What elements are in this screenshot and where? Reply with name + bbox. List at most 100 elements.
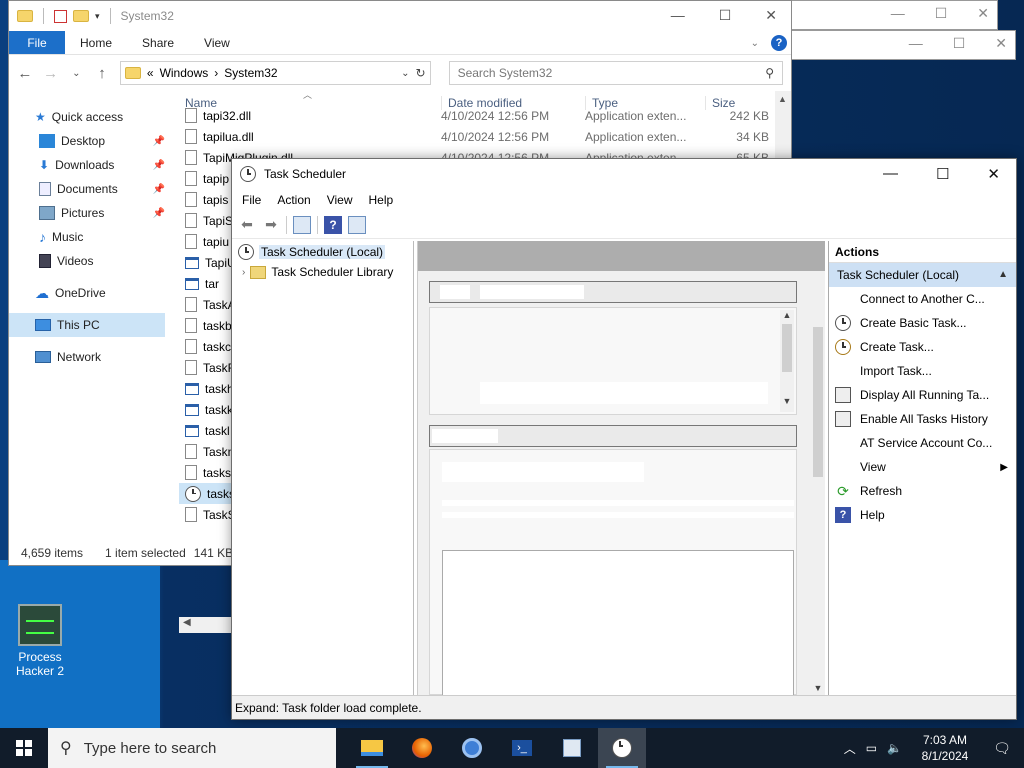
clock-time: 7:03 AM xyxy=(922,733,968,747)
notifications-icon[interactable]: 🗨 xyxy=(988,740,1016,757)
action-help[interactable]: ? Help xyxy=(829,503,1016,527)
maximize-icon[interactable]: ☐ xyxy=(936,165,949,183)
taskbar-chromium[interactable] xyxy=(448,728,496,768)
nav-documents[interactable]: Documents 📌 xyxy=(9,177,169,201)
taskbar-powershell[interactable]: ›_ xyxy=(498,728,546,768)
minimize-icon[interactable]: — xyxy=(671,7,685,24)
taskbar-file-explorer[interactable] xyxy=(348,728,396,768)
column-name[interactable]: Name ︿ xyxy=(179,91,441,110)
action-at-service-account[interactable]: AT Service Account Co... xyxy=(829,431,1016,455)
panel-scrollbar[interactable]: ▲ ▼ xyxy=(780,310,794,412)
column-size[interactable]: Size xyxy=(705,96,769,110)
address-bar[interactable]: « Windows › System32 ⌄ ↻ xyxy=(119,61,431,85)
tree-item-task-scheduler-library[interactable]: › Task Scheduler Library xyxy=(234,263,413,281)
action-create-basic-task[interactable]: Create Basic Task... xyxy=(829,311,1016,335)
nav-music[interactable]: ♪ Music xyxy=(9,225,169,249)
action-enable-history[interactable]: Enable All Tasks History xyxy=(829,407,1016,431)
overview-panel: ▲ ▼ xyxy=(429,307,797,415)
back-arrow-icon[interactable]: ⬅ xyxy=(238,216,256,234)
close-icon[interactable]: ✕ xyxy=(765,7,777,24)
breadcrumb-windows[interactable]: Windows xyxy=(160,66,209,80)
tab-share[interactable]: Share xyxy=(127,31,189,54)
taskbar-clock[interactable]: 7:03 AM 8/1/2024 xyxy=(912,732,978,764)
minimize-icon[interactable]: — xyxy=(891,5,905,22)
menu-action[interactable]: Action xyxy=(277,193,310,207)
up-arrow-icon[interactable]: ↑ xyxy=(94,65,110,82)
show-hide-action-pane-icon[interactable] xyxy=(348,215,366,234)
quick-access-dropdown-icon[interactable]: ▾ xyxy=(95,11,100,22)
nav-desktop[interactable]: Desktop 📌 xyxy=(9,129,169,153)
column-type[interactable]: Type xyxy=(585,96,705,110)
minimize-icon[interactable]: — xyxy=(909,35,923,52)
nav-quick-access[interactable]: ★ Quick access xyxy=(9,105,169,129)
pin-icon[interactable]: 📌 xyxy=(153,208,165,219)
center-scrollbar[interactable]: ▼ xyxy=(811,307,825,695)
refresh-icon[interactable]: ↻ xyxy=(416,66,426,80)
network-icon[interactable]: ▭ xyxy=(866,741,877,755)
menu-help[interactable]: Help xyxy=(369,193,394,207)
help-icon: ? xyxy=(835,507,851,523)
pin-icon[interactable]: 📌 xyxy=(153,184,165,195)
action-import-task[interactable]: Import Task... xyxy=(829,359,1016,383)
tree-item-task-scheduler-local[interactable]: Task Scheduler (Local) xyxy=(234,243,413,261)
action-create-task[interactable]: Create Task... xyxy=(829,335,1016,359)
nav-onedrive[interactable]: ☁ OneDrive xyxy=(9,281,169,305)
expand-ribbon-icon[interactable]: ⌄ xyxy=(751,38,759,49)
action-connect[interactable]: Connect to Another C... xyxy=(829,287,1016,311)
back-arrow-icon[interactable]: ← xyxy=(17,65,33,82)
taskbar-search-box[interactable]: ⚲ Type here to search xyxy=(48,728,336,768)
close-icon[interactable]: ✕ xyxy=(987,165,1000,183)
minimize-icon[interactable]: — xyxy=(883,165,898,183)
nav-network[interactable]: Network xyxy=(9,345,169,369)
volume-muted-icon[interactable]: 🔈 xyxy=(887,741,902,755)
action-display-running[interactable]: Display All Running Ta... xyxy=(829,383,1016,407)
actions-section-header[interactable]: Task Scheduler (Local) ▲ xyxy=(829,263,1016,287)
nav-this-pc[interactable]: This PC xyxy=(9,313,165,337)
action-refresh[interactable]: ⟳ Refresh xyxy=(829,479,1016,503)
close-icon[interactable]: ✕ xyxy=(995,35,1007,52)
tab-file[interactable]: File xyxy=(9,31,65,54)
forward-arrow-icon[interactable]: ➡ xyxy=(262,216,280,234)
maximize-icon[interactable]: ☐ xyxy=(953,35,966,52)
recent-locations-icon[interactable]: ⌄ xyxy=(68,68,84,79)
menu-view[interactable]: View xyxy=(327,193,353,207)
file-row[interactable]: tapilua.dll 4/10/2024 12:56 PM Application… xyxy=(179,126,791,147)
new-folder-icon[interactable] xyxy=(73,10,89,22)
help-icon[interactable]: ? xyxy=(324,215,342,234)
taskbar-task-scheduler[interactable] xyxy=(598,728,646,768)
collapse-icon[interactable]: ▲ xyxy=(998,263,1008,287)
menu-file[interactable]: File xyxy=(242,193,261,207)
pin-icon[interactable]: 📌 xyxy=(153,136,165,147)
pin-icon[interactable]: 📌 xyxy=(153,160,165,171)
maximize-icon[interactable]: ☐ xyxy=(935,5,948,22)
taskbar-firefox[interactable] xyxy=(398,728,446,768)
start-button[interactable] xyxy=(0,728,48,768)
background-window-1[interactable]: — ☐ ✕ xyxy=(790,0,998,30)
action-view[interactable]: View ▶ xyxy=(829,455,1016,479)
maximize-icon[interactable]: ☐ xyxy=(719,7,732,24)
star-icon: ★ xyxy=(35,110,46,124)
breadcrumb-system32[interactable]: System32 xyxy=(224,66,277,80)
tab-home[interactable]: Home xyxy=(65,31,127,54)
close-icon[interactable]: ✕ xyxy=(977,5,989,22)
task-scheduler-status-bar: Expand: Task folder load complete. xyxy=(232,695,1016,719)
videos-icon xyxy=(39,254,51,268)
properties-icon[interactable] xyxy=(54,9,67,23)
tab-view[interactable]: View xyxy=(189,31,245,54)
taskbar-notepad[interactable] xyxy=(548,728,596,768)
nav-pictures[interactable]: Pictures 📌 xyxy=(9,201,169,225)
column-date-modified[interactable]: Date modified xyxy=(441,96,585,110)
help-icon[interactable]: ? xyxy=(771,35,787,51)
background-window-2[interactable]: — ☐ ✕ xyxy=(790,30,1016,60)
nav-downloads[interactable]: ⬇ Downloads 📌 xyxy=(9,153,169,177)
nav-videos[interactable]: Videos xyxy=(9,249,169,273)
show-hide-console-tree-icon[interactable] xyxy=(293,215,311,234)
desktop-icon-process-hacker[interactable]: Process Hacker 2 xyxy=(8,604,72,678)
chevron-up-icon[interactable]: ︿ xyxy=(844,740,856,757)
search-input[interactable]: Search System32 ⚲ xyxy=(448,61,783,85)
address-dropdown-icon[interactable]: ⌄ xyxy=(401,68,409,79)
forward-arrow-icon[interactable]: → xyxy=(43,65,59,82)
executable-icon xyxy=(185,382,199,395)
chevron-right-icon[interactable]: › xyxy=(242,267,245,278)
chromium-icon xyxy=(462,738,482,758)
